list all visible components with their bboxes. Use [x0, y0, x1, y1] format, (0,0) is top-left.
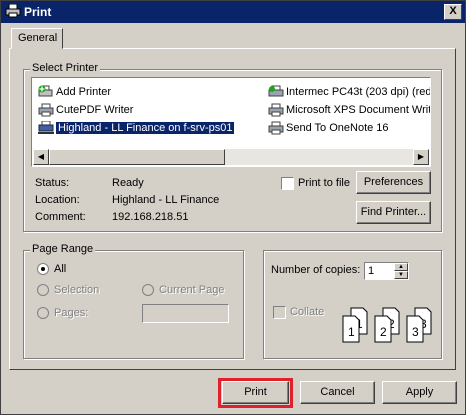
printer-list-scrollbar[interactable]: ◀ ▶ [33, 149, 429, 165]
page-range-pages-radio [37, 307, 49, 319]
pages-input [142, 304, 229, 323]
tab-general-label: General [18, 32, 58, 44]
printer-item-highland[interactable]: Highland - LL Finance on f-srv-ps01 [36, 120, 261, 136]
find-printer-button-label: Find Printer... [360, 206, 427, 218]
print-button-highlight [218, 378, 293, 408]
printer-item-label: Microsoft XPS Document Write [286, 104, 430, 116]
collate-label: Collate [290, 306, 325, 318]
cancel-button[interactable]: Cancel [300, 381, 375, 404]
page-range-selection-radio [37, 284, 49, 296]
comment-value: 192.168.218.51 [112, 211, 189, 223]
print-to-file-label[interactable]: Print to file [298, 177, 350, 189]
print-to-file-checkbox[interactable] [281, 177, 294, 190]
printer-item-cutepdf[interactable]: CutePDF Writer [36, 102, 256, 118]
spin-down-icon: ▼ [398, 272, 404, 278]
page-range-current-page-radio [142, 284, 154, 296]
select-printer-label: Select Printer [30, 62, 101, 74]
svg-text:3: 3 [412, 325, 419, 339]
spin-up-icon: ▲ [398, 264, 404, 270]
close-button[interactable]: X [444, 4, 462, 20]
title-bar[interactable]: Print X [1, 1, 465, 23]
printer-icon [268, 121, 284, 136]
apply-button-label: Apply [405, 386, 434, 398]
preferences-button-label: Preferences [363, 176, 424, 188]
collate-illustration-icon: 1 1 2 2 3 3 [342, 307, 432, 343]
tab-general[interactable]: General [11, 28, 63, 49]
scrollbar-thumb[interactable] [49, 149, 225, 165]
print-dialog: Print X General Select Printer Add Print… [0, 0, 466, 415]
arrow-left-icon: ◀ [37, 152, 45, 161]
page-range-selection-label: Selection [54, 284, 100, 296]
page-range-all-label[interactable]: All [54, 263, 66, 275]
apply-button[interactable]: Apply [382, 381, 457, 404]
printer-item-intermec[interactable]: Intermec PC43t (203 dpi) (redire [266, 84, 430, 100]
svg-text:2: 2 [380, 325, 387, 339]
printer-item-label: Intermec PC43t (203 dpi) (redire [286, 86, 430, 98]
printer-item-xps[interactable]: Microsoft XPS Document Write [266, 102, 430, 118]
page-range-pages-label: Pages: [54, 307, 89, 319]
printer-item-label: CutePDF Writer [56, 104, 134, 116]
status-value: Ready [112, 177, 144, 189]
svg-text:1: 1 [348, 325, 355, 339]
network-printer-icon [38, 120, 54, 136]
cancel-button-label: Cancel [320, 386, 355, 398]
printer-icon [268, 103, 284, 118]
status-label: Status: [35, 177, 70, 189]
page-range-all-radio[interactable] [37, 263, 49, 275]
close-icon: X [449, 5, 457, 17]
scroll-right-button[interactable]: ▶ [413, 149, 429, 165]
printer-item-add-printer[interactable]: Add Printer [36, 84, 256, 100]
printer-item-label: Add Printer [56, 86, 112, 98]
copies-decrement-button[interactable]: ▼ [394, 271, 408, 279]
comment-label: Comment: [35, 211, 86, 223]
collate-checkbox [273, 306, 286, 319]
printer-item-label: Send To OneNote 16 [286, 122, 389, 134]
printer-icon [5, 3, 21, 21]
copies-value: 1 [368, 265, 375, 277]
number-of-copies-label: Number of copies: [271, 264, 361, 276]
printer-icon [38, 103, 54, 118]
location-label: Location: [35, 194, 80, 206]
copies-increment-button[interactable]: ▲ [394, 263, 408, 271]
preferences-button[interactable]: Preferences [356, 171, 431, 194]
page-range-current-page-label: Current Page [159, 284, 225, 296]
arrow-right-icon: ▶ [417, 152, 425, 161]
window-title: Print [24, 5, 52, 19]
scroll-left-button[interactable]: ◀ [33, 149, 49, 165]
page-range-label: Page Range [30, 243, 96, 255]
printer-item-onenote[interactable]: Send To OneNote 16 [266, 120, 430, 136]
printer-item-label: Highland - LL Finance on f-srv-ps01 [56, 122, 235, 134]
find-printer-button[interactable]: Find Printer... [356, 201, 431, 224]
add-printer-icon [38, 85, 54, 100]
location-value: Highland - LL Finance [112, 194, 220, 206]
printer-icon [268, 85, 284, 100]
